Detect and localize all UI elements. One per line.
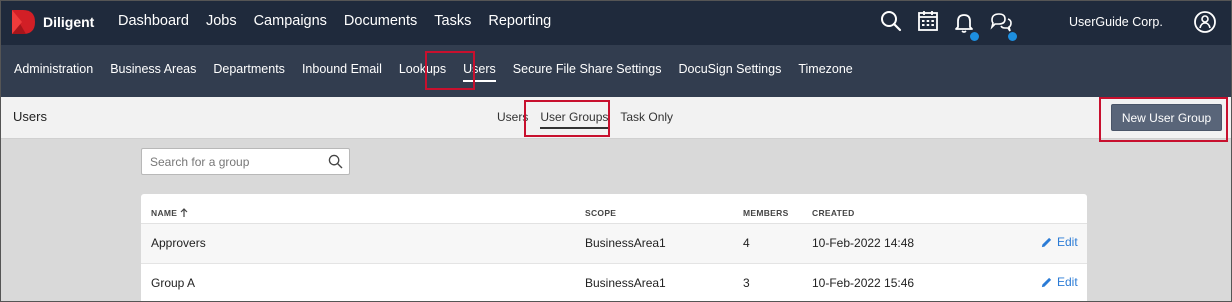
subnav-administration[interactable]: Administration xyxy=(14,62,93,76)
subnav-inbound-email[interactable]: Inbound Email xyxy=(302,62,382,76)
bell-icon[interactable] xyxy=(952,10,976,34)
subnav-users[interactable]: Users xyxy=(463,62,496,82)
subnav-departments[interactable]: Departments xyxy=(213,62,285,76)
group-name: Group A xyxy=(151,276,196,290)
chat-notification-dot xyxy=(1008,32,1017,41)
pencil-icon xyxy=(1041,277,1052,287)
page-header: Users Users User Groups Task Only xyxy=(0,97,1232,139)
search-icon[interactable] xyxy=(879,9,903,33)
nav-reporting[interactable]: Reporting xyxy=(488,13,551,29)
subnav-business-areas[interactable]: Business Areas xyxy=(110,62,196,76)
column-header-members[interactable]: MEMBERS xyxy=(743,208,789,218)
nav-tasks[interactable]: Tasks xyxy=(434,13,471,29)
group-search-input[interactable] xyxy=(142,149,322,174)
search-icon[interactable] xyxy=(328,154,343,169)
subnav-docusign-settings[interactable]: DocuSign Settings xyxy=(678,62,781,76)
column-header-name[interactable]: NAME xyxy=(151,208,188,218)
nav-campaigns[interactable]: Campaigns xyxy=(254,13,327,29)
nav-jobs[interactable]: Jobs xyxy=(206,13,237,29)
edit-link[interactable]: Edit xyxy=(1040,275,1078,289)
subnav-timezone[interactable]: Timezone xyxy=(798,62,852,76)
group-created: 10-Feb-2022 15:46 xyxy=(812,276,915,290)
column-header-name-label: NAME xyxy=(151,208,178,218)
group-members: 4 xyxy=(743,236,750,250)
user-groups-table: NAME SCOPE MEMBERS CREATED Approvers Bus… xyxy=(141,194,1087,302)
tab-task-only[interactable]: Task Only xyxy=(620,110,673,124)
chat-icon[interactable] xyxy=(989,10,1013,34)
brand-logo[interactable]: Diligent xyxy=(9,8,94,36)
group-name: Approvers xyxy=(151,236,206,250)
user-icon[interactable] xyxy=(1193,10,1217,34)
main-nav: Dashboard Jobs Campaigns Documents Tasks… xyxy=(118,13,568,29)
notification-dot xyxy=(970,32,979,41)
column-header-scope[interactable]: SCOPE xyxy=(585,208,616,218)
group-search xyxy=(141,148,350,175)
nav-dashboard[interactable]: Dashboard xyxy=(118,13,189,29)
tab-user-groups[interactable]: User Groups xyxy=(540,110,609,129)
pencil-icon xyxy=(1041,237,1052,247)
edit-label: Edit xyxy=(1057,235,1078,249)
table-header: NAME SCOPE MEMBERS CREATED xyxy=(141,194,1087,224)
group-scope: BusinessArea1 xyxy=(585,236,666,250)
users-tabs: Users User Groups Task Only xyxy=(497,110,685,129)
group-created: 10-Feb-2022 14:48 xyxy=(812,236,915,250)
table-row[interactable]: Approvers BusinessArea1 4 10-Feb-2022 14… xyxy=(141,224,1087,264)
sort-ascending-icon xyxy=(180,208,188,217)
group-scope: BusinessArea1 xyxy=(585,276,666,290)
subnav-lookups[interactable]: Lookups xyxy=(399,62,446,76)
new-user-group-button[interactable]: New User Group xyxy=(1111,104,1222,131)
org-name[interactable]: UserGuide Corp. xyxy=(1069,15,1163,29)
table-row[interactable]: Group A BusinessArea1 3 10-Feb-2022 15:4… xyxy=(141,264,1087,302)
edit-label: Edit xyxy=(1057,275,1078,289)
group-members: 3 xyxy=(743,276,750,290)
subnav-secure-file-share-settings[interactable]: Secure File Share Settings xyxy=(513,62,662,76)
edit-link[interactable]: Edit xyxy=(1040,235,1078,249)
nav-documents[interactable]: Documents xyxy=(344,13,417,29)
column-header-created[interactable]: CREATED xyxy=(812,208,855,218)
brand-name: Diligent xyxy=(43,14,95,30)
tab-users[interactable]: Users xyxy=(497,110,528,124)
calendar-icon[interactable] xyxy=(916,9,940,33)
diligent-logo-icon xyxy=(12,10,35,34)
top-bar: Diligent Dashboard Jobs Campaigns Docume… xyxy=(0,0,1232,45)
admin-sub-nav: Administration Business Areas Department… xyxy=(0,45,1232,97)
page-title: Users xyxy=(13,109,47,124)
